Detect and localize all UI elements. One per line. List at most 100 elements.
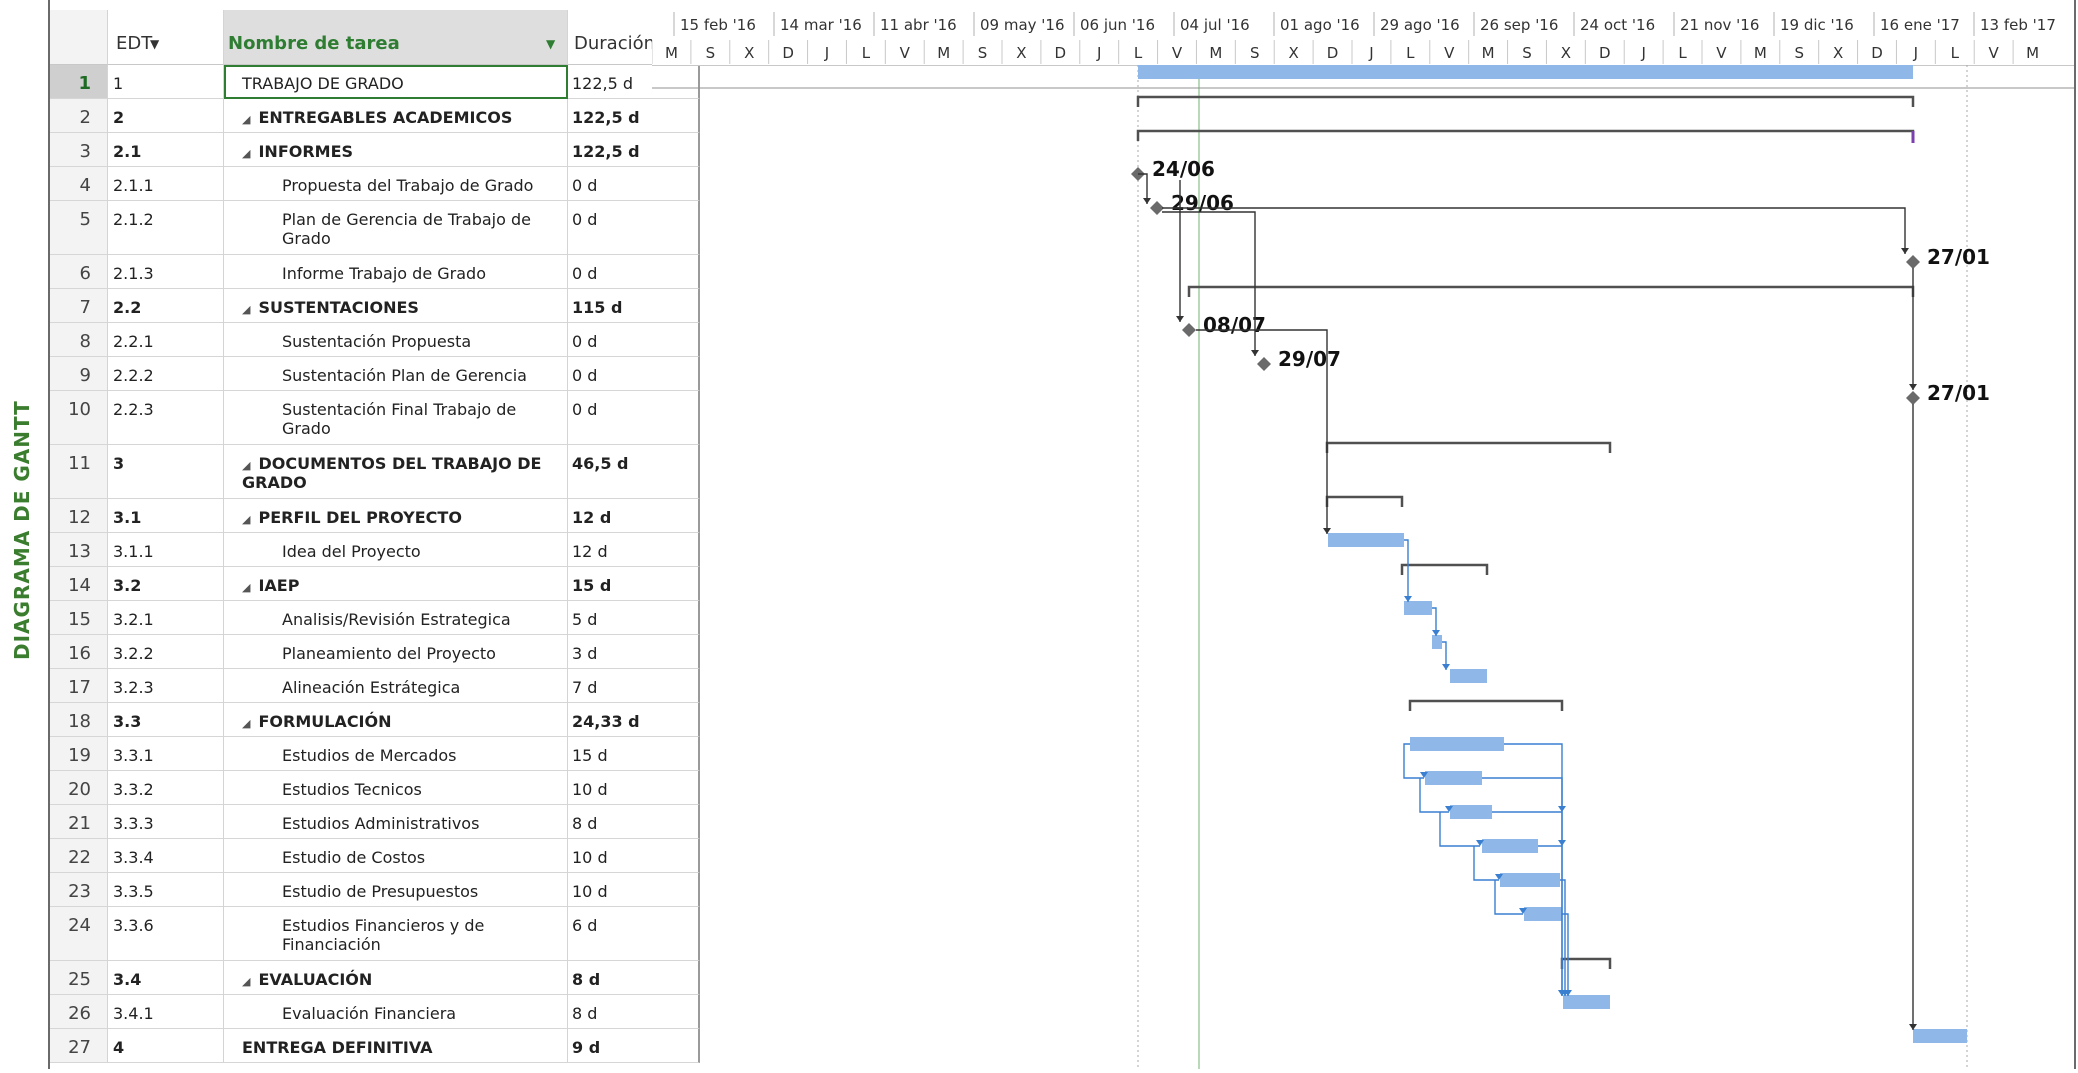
edt-cell[interactable]: 3.3.3: [108, 805, 224, 839]
task-row[interactable]: 13 3.1.1 Idea del Proyecto 12 d: [50, 533, 700, 567]
row-number[interactable]: 7: [50, 289, 108, 323]
summary-bar[interactable]: [1400, 563, 1489, 575]
task-row[interactable]: 25 3.4 ◢ EVALUACIÓN 8 d: [50, 961, 700, 995]
row-number[interactable]: 9: [50, 357, 108, 391]
collapse-triangle-icon[interactable]: ◢: [242, 717, 250, 730]
edt-cell[interactable]: 2.2.1: [108, 323, 224, 357]
edt-cell[interactable]: 3.2.1: [108, 601, 224, 635]
row-number[interactable]: 22: [50, 839, 108, 873]
row-number[interactable]: 13: [50, 533, 108, 567]
edt-cell[interactable]: 3.4.1: [108, 995, 224, 1029]
edt-cell[interactable]: 4: [108, 1029, 224, 1063]
task-name-cell[interactable]: TRABAJO DE GRADO: [224, 65, 568, 99]
task-name-cell[interactable]: Idea del Proyecto: [224, 533, 568, 567]
edt-cell[interactable]: 3.3.1: [108, 737, 224, 771]
header-edt[interactable]: EDT ▼: [108, 10, 224, 65]
row-number[interactable]: 24: [50, 907, 108, 961]
task-name-cell[interactable]: Estudio de Presupuestos: [224, 873, 568, 907]
edt-cell[interactable]: 3.3: [108, 703, 224, 737]
edt-cell[interactable]: 2.1.2: [108, 201, 224, 255]
edt-cell[interactable]: 3: [108, 445, 224, 499]
task-row[interactable]: 8 2.2.1 Sustentación Propuesta 0 d: [50, 323, 700, 357]
chevron-down-icon[interactable]: ▼: [546, 37, 555, 51]
edt-cell[interactable]: 3.2: [108, 567, 224, 601]
edt-cell[interactable]: 3.1: [108, 499, 224, 533]
row-number[interactable]: 27: [50, 1029, 108, 1063]
edt-cell[interactable]: 3.3.6: [108, 907, 224, 961]
edt-cell[interactable]: 3.4: [108, 961, 224, 995]
row-number[interactable]: 17: [50, 669, 108, 703]
summary-bar[interactable]: [1560, 957, 1612, 969]
task-row[interactable]: 9 2.2.2 Sustentación Plan de Gerencia 0 d: [50, 357, 700, 391]
row-number[interactable]: 12: [50, 499, 108, 533]
task-row[interactable]: 2 2 ◢ ENTREGABLES ACADEMICOS 122,5 d: [50, 99, 700, 133]
milestone-diamond[interactable]: [1150, 201, 1164, 215]
row-number[interactable]: 4: [50, 167, 108, 201]
collapse-triangle-icon[interactable]: ◢: [242, 459, 250, 472]
task-bar[interactable]: [1524, 907, 1562, 921]
task-bar[interactable]: [1425, 771, 1482, 785]
collapse-triangle-icon[interactable]: ◢: [242, 113, 250, 126]
row-number[interactable]: 15: [50, 601, 108, 635]
row-number[interactable]: 18: [50, 703, 108, 737]
task-bar[interactable]: [1404, 601, 1432, 615]
edt-cell[interactable]: 3.2.2: [108, 635, 224, 669]
summary-bar[interactable]: [1325, 441, 1612, 453]
edt-cell[interactable]: 3.3.5: [108, 873, 224, 907]
edt-cell[interactable]: 2.1.1: [108, 167, 224, 201]
chevron-down-icon[interactable]: ▼: [150, 37, 159, 51]
task-name-cell[interactable]: ◢ INFORMES: [224, 133, 568, 167]
task-row[interactable]: 11 3 ◢ DOCUMENTOS DEL TRABAJO DE GRADO 46,5 …: [50, 445, 700, 499]
task-bar[interactable]: [1563, 995, 1610, 1009]
row-number[interactable]: 1: [50, 65, 108, 99]
edt-cell[interactable]: 2.2.3: [108, 391, 224, 445]
task-row[interactable]: 18 3.3 ◢ FORMULACIÓN 24,33 d: [50, 703, 700, 737]
row-number[interactable]: 11: [50, 445, 108, 499]
row-number[interactable]: 6: [50, 255, 108, 289]
row-number[interactable]: 23: [50, 873, 108, 907]
task-name-cell[interactable]: Estudios de Mercados: [224, 737, 568, 771]
task-name-cell[interactable]: ◢ DOCUMENTOS DEL TRABAJO DE GRADO: [224, 445, 568, 499]
task-name-cell[interactable]: ◢ PERFIL DEL PROYECTO: [224, 499, 568, 533]
row-number[interactable]: 26: [50, 995, 108, 1029]
collapse-triangle-icon[interactable]: ◢: [242, 581, 250, 594]
task-row[interactable]: 15 3.2.1 Analisis/Revisión Estrategica 5 d: [50, 601, 700, 635]
task-bar[interactable]: [1410, 737, 1504, 751]
summary-bar[interactable]: [1408, 699, 1564, 711]
task-row[interactable]: 22 3.3.4 Estudio de Costos 10 d: [50, 839, 700, 873]
task-row[interactable]: 12 3.1 ◢ PERFIL DEL PROYECTO 12 d: [50, 499, 700, 533]
header-row-id[interactable]: [50, 10, 108, 65]
row-number[interactable]: 19: [50, 737, 108, 771]
task-row[interactable]: 20 3.3.2 Estudios Tecnicos 10 d: [50, 771, 700, 805]
task-name-cell[interactable]: Estudios Tecnicos: [224, 771, 568, 805]
row-number[interactable]: 8: [50, 323, 108, 357]
edt-cell[interactable]: 1: [108, 65, 224, 99]
task-bar[interactable]: [1432, 635, 1442, 649]
task-name-cell[interactable]: ENTREGA DEFINITIVA: [224, 1029, 568, 1063]
task-name-cell[interactable]: ◢ EVALUACIÓN: [224, 961, 568, 995]
task-bar[interactable]: [1482, 839, 1538, 853]
task-name-cell[interactable]: Estudios Financieros y de Financiación: [224, 907, 568, 961]
final-delivery-bar[interactable]: [1913, 1029, 1967, 1043]
task-name-cell[interactable]: Sustentación Plan de Gerencia: [224, 357, 568, 391]
row-number[interactable]: 14: [50, 567, 108, 601]
edt-cell[interactable]: 2.1.3: [108, 255, 224, 289]
collapse-triangle-icon[interactable]: ◢: [242, 147, 250, 160]
row-number[interactable]: 2: [50, 99, 108, 133]
task-row[interactable]: 7 2.2 ◢ SUSTENTACIONES 115 d: [50, 289, 700, 323]
edt-cell[interactable]: 2.2.2: [108, 357, 224, 391]
row-number[interactable]: 25: [50, 961, 108, 995]
summary-bar[interactable]: [1136, 95, 1915, 107]
task-row[interactable]: 23 3.3.5 Estudio de Presupuestos 10 d: [50, 873, 700, 907]
summary-bar[interactable]: [1187, 285, 1915, 297]
row-number[interactable]: 3: [50, 133, 108, 167]
task-bar[interactable]: [1500, 873, 1560, 887]
task-bar[interactable]: [1450, 669, 1487, 683]
row-number[interactable]: 21: [50, 805, 108, 839]
task-name-cell[interactable]: Analisis/Revisión Estrategica: [224, 601, 568, 635]
task-row[interactable]: 27 4 ENTREGA DEFINITIVA 9 d: [50, 1029, 700, 1063]
edt-cell[interactable]: 2: [108, 99, 224, 133]
task-name-cell[interactable]: Estudios Administrativos: [224, 805, 568, 839]
summary-bar[interactable]: [1136, 129, 1915, 141]
summary-bar[interactable]: [1325, 495, 1404, 507]
